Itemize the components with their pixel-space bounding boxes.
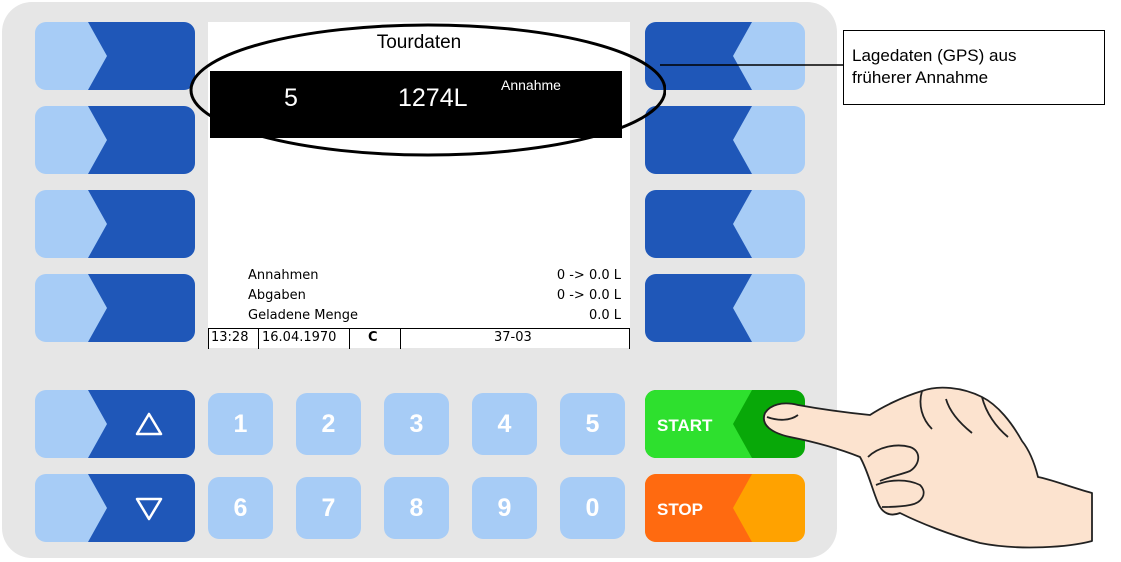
softkey-right-1[interactable] [645, 22, 805, 90]
selected-entry[interactable]: 5 1274L Annahme [210, 71, 622, 138]
arrow-down-key[interactable] [35, 474, 195, 542]
digit-key-6[interactable]: 6 [208, 477, 273, 539]
summary-label: Abgaben [248, 288, 306, 303]
status-time: 13:28 [211, 330, 249, 345]
start-button[interactable]: START [645, 390, 805, 458]
start-label: START [657, 416, 713, 435]
entry-number: 5 [284, 84, 298, 112]
softkey-right-3[interactable] [645, 190, 805, 258]
softkey-right-4[interactable] [645, 274, 805, 342]
status-bar: 13:28 16.04.1970 C 37-03 [208, 328, 630, 349]
summary-label: Annahmen [248, 268, 319, 283]
summary-row: Annahmen 0 -> 0.0 L [248, 268, 621, 283]
callout-line-1: Lagedaten (GPS) aus [852, 46, 1017, 65]
digit-key-1[interactable]: 1 [208, 393, 273, 455]
softkey-right-2[interactable] [645, 106, 805, 174]
callout-box: Lagedaten (GPS) aus früherer Annahme [843, 30, 1105, 105]
summary-label: Geladene Menge [248, 308, 358, 323]
summary-value: 0 -> 0.0 L [556, 288, 621, 303]
digit-key-3[interactable]: 3 [384, 393, 449, 455]
entry-type: Annahme [501, 77, 561, 93]
arrow-up-key[interactable] [35, 390, 195, 458]
softkey-left-3[interactable] [35, 190, 195, 258]
digit-key-9[interactable]: 9 [472, 477, 537, 539]
softkey-left-1[interactable] [35, 22, 195, 90]
screen-title: Tourdaten [376, 32, 462, 53]
summary-value: 0.0 L [588, 308, 621, 323]
digit-key-7[interactable]: 7 [296, 477, 361, 539]
digit-key-8[interactable]: 8 [384, 477, 449, 539]
digit-key-4[interactable]: 4 [472, 393, 537, 455]
status-code: 37-03 [494, 330, 532, 345]
digit-key-5[interactable]: 5 [560, 393, 625, 455]
summary-row: Abgaben 0 -> 0.0 L [248, 288, 621, 303]
softkey-left-4[interactable] [35, 274, 195, 342]
callout-text: Lagedaten (GPS) aus früherer Annahme [852, 45, 1097, 89]
status-date: 16.04.1970 [262, 330, 337, 345]
callout-line-2: früherer Annahme [852, 68, 989, 87]
summary-value: 0 -> 0.0 L [556, 268, 621, 283]
display-screen: Tourdaten 5 1274L Annahme Annahmen 0 -> … [208, 22, 630, 349]
softkey-left-2[interactable] [35, 106, 195, 174]
summary-row: Geladene Menge 0.0 L [248, 308, 621, 323]
stop-label: STOP [657, 500, 703, 519]
entry-volume: 1274L [398, 84, 468, 112]
digit-key-0[interactable]: 0 [560, 477, 625, 539]
status-mode: C [368, 330, 378, 345]
digit-key-2[interactable]: 2 [296, 393, 361, 455]
stop-button[interactable]: STOP [645, 474, 805, 542]
